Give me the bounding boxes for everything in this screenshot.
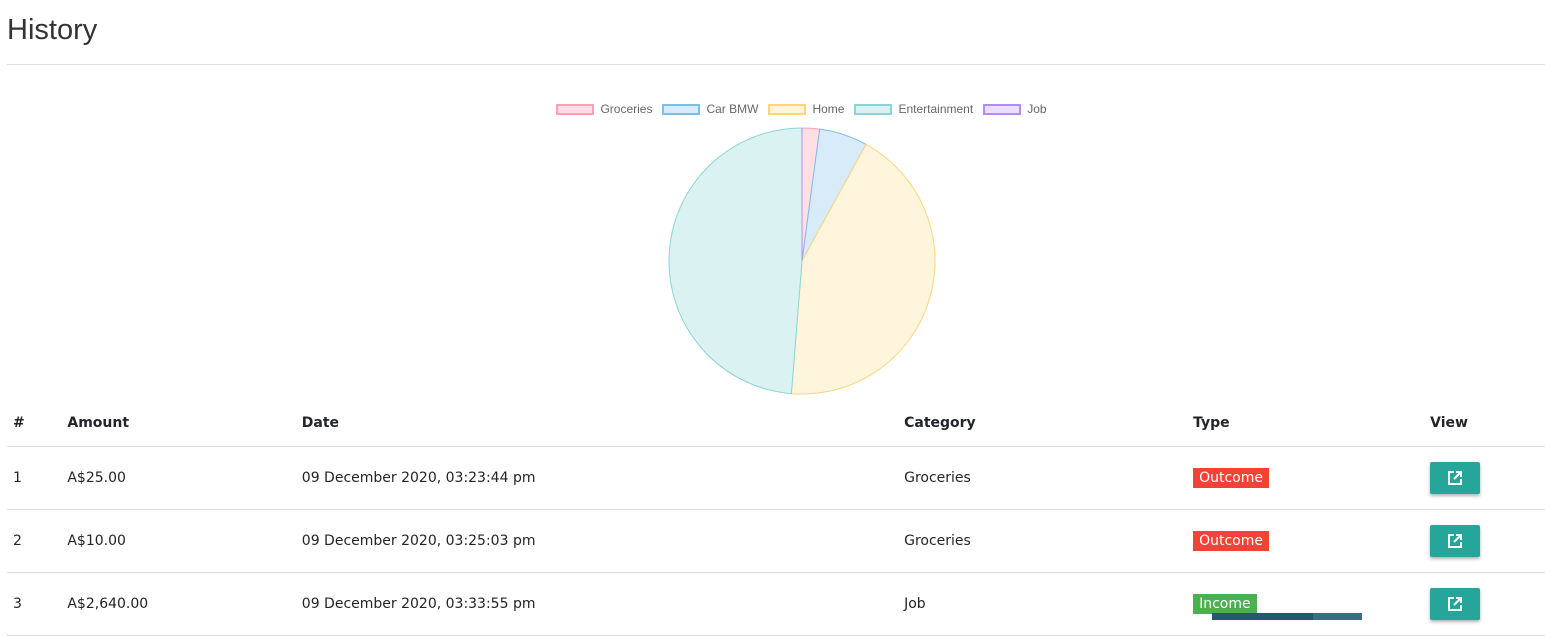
column-header: Amount: [61, 400, 296, 447]
legend-item[interactable]: Car BMW: [662, 102, 758, 116]
column-header: Type: [1187, 400, 1425, 447]
legend-label: Entertainment: [898, 102, 974, 116]
pie-chart: [668, 127, 936, 395]
open-in-new-icon: [1448, 471, 1463, 485]
date: 09 December 2020, 03:33:55 pm: [295, 572, 899, 636]
column-header: View: [1424, 400, 1545, 447]
legend-item[interactable]: Groceries: [556, 102, 652, 116]
legend-item[interactable]: Job: [983, 102, 1047, 116]
page-title: History: [7, 14, 98, 46]
row-number: 3: [7, 572, 62, 636]
type-badge: Outcome: [1193, 531, 1269, 551]
amount: A$25.00: [61, 446, 296, 510]
category: Groceries: [898, 509, 1188, 573]
view-button[interactable]: [1430, 525, 1481, 557]
legend-label: Car BMW: [706, 102, 759, 116]
legend-swatch: [768, 103, 807, 115]
legend-swatch: [854, 103, 893, 115]
legend-label: Home: [812, 102, 845, 116]
date: 09 December 2020, 03:25:03 pm: [295, 509, 899, 573]
column-header: Category: [898, 400, 1188, 447]
amount: A$2,640.00: [61, 572, 296, 636]
date: 09 December 2020, 03:23:44 pm: [295, 446, 899, 510]
table-row: 1 A$25.00 09 December 2020, 03:23:44 pm …: [7, 446, 1545, 510]
legend-label: Groceries: [600, 102, 653, 116]
legend-item[interactable]: Home: [768, 102, 844, 116]
legend-swatch: [662, 103, 701, 115]
category: Job: [898, 572, 1188, 636]
amount: A$10.00: [61, 509, 296, 573]
divider: [7, 64, 1545, 65]
history-table: # Amount Date Category Type View 1 A$25.00 09…: [7, 400, 1545, 636]
row-number: 2: [7, 509, 62, 573]
table-row: 3 A$2,640.00 09 December 2020, 03:33:55 …: [7, 572, 1545, 636]
open-in-new-icon: [1448, 597, 1463, 611]
type-badge: Income: [1193, 594, 1257, 614]
legend-item[interactable]: Entertainment: [854, 102, 973, 116]
row-number: 1: [7, 446, 62, 510]
table-row: 2 A$10.00 09 December 2020, 03:25:03 pm …: [7, 509, 1545, 573]
legend-swatch: [983, 103, 1022, 115]
chart-legend: Groceries Car BMW Home Entertainment Job: [0, 102, 1545, 116]
column-header: #: [7, 400, 62, 447]
legend-swatch: [556, 103, 595, 115]
view-button[interactable]: [1430, 462, 1481, 494]
view-button[interactable]: [1430, 588, 1481, 620]
pie-slice-entertainment[interactable]: [668, 127, 803, 395]
legend-label: Job: [1027, 102, 1047, 116]
column-header: Date: [295, 400, 899, 447]
category: Groceries: [898, 446, 1188, 510]
overlay-bar: [1212, 613, 1362, 620]
open-in-new-icon: [1448, 534, 1463, 548]
type-badge: Outcome: [1193, 468, 1269, 488]
